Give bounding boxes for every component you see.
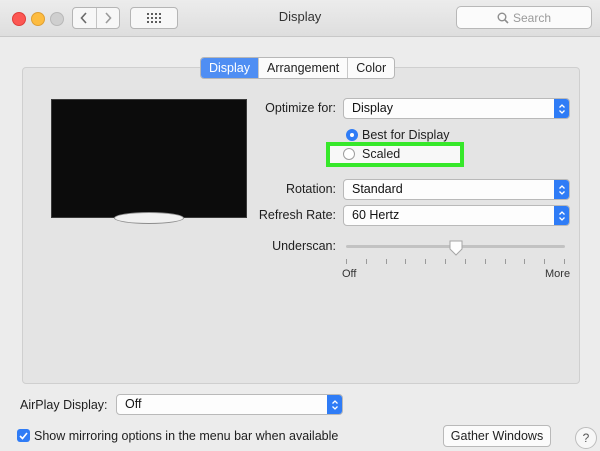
- help-button[interactable]: ?: [575, 427, 597, 449]
- stepper-arrows-icon: [327, 395, 342, 414]
- tab-display[interactable]: Display: [201, 58, 258, 78]
- scaled-label: Scaled: [362, 147, 401, 161]
- refresh-rate-value: 60 Hertz: [352, 208, 400, 222]
- refresh-rate-select[interactable]: 60 Hertz: [343, 205, 570, 226]
- search-placeholder: Search: [513, 10, 552, 25]
- title-bar: Display Search: [0, 0, 600, 37]
- tab-arrangement[interactable]: Arrangement: [258, 58, 347, 78]
- monitor-image: [51, 99, 247, 218]
- airplay-display-label: AirPlay Display:: [20, 398, 108, 412]
- navigation-buttons: [72, 7, 120, 29]
- chevron-right-icon: [105, 12, 112, 24]
- slider-tick: [524, 259, 525, 264]
- best-for-display-radio[interactable]: [346, 129, 358, 141]
- slider-tick: [445, 259, 446, 264]
- chevron-left-icon: [80, 12, 87, 24]
- underscan-min-label: Off: [342, 268, 357, 280]
- best-for-display-label: Best for Display: [362, 128, 450, 142]
- underscan-label: Underscan:: [272, 239, 336, 253]
- slider-tick: [425, 259, 426, 264]
- grid-icon: [147, 13, 161, 23]
- search-field[interactable]: Search: [456, 6, 592, 29]
- slider-tick: [366, 259, 367, 264]
- monitor-stand: [114, 212, 184, 224]
- slider-tick: [405, 259, 406, 264]
- tab-bar: Display Arrangement Color: [200, 57, 396, 79]
- scaled-radio[interactable]: [343, 148, 355, 160]
- stepper-arrows-icon: [554, 206, 569, 225]
- airplay-display-select[interactable]: Off: [116, 394, 343, 415]
- optimize-for-label: Optimize for:: [265, 101, 336, 115]
- underscan-max-label: More: [545, 268, 571, 280]
- slider-tick: [544, 259, 545, 264]
- mirroring-checkbox[interactable]: [17, 429, 30, 442]
- gather-windows-button[interactable]: Gather Windows: [443, 425, 551, 447]
- rotation-label: Rotation:: [285, 182, 336, 196]
- slider-tick: [465, 259, 466, 264]
- underscan-slider-thumb[interactable]: [449, 240, 463, 256]
- checkmark-icon: [19, 431, 28, 440]
- minimize-window-button[interactable]: [31, 12, 45, 26]
- refresh-rate-label: Refresh Rate:: [258, 208, 336, 222]
- close-window-button[interactable]: [12, 12, 26, 26]
- stepper-arrows-icon: [554, 180, 569, 199]
- back-button[interactable]: [73, 8, 96, 28]
- slider-tick: [346, 259, 347, 264]
- optimize-for-select[interactable]: Display: [343, 98, 570, 119]
- slider-tick: [564, 259, 565, 264]
- slider-tick: [505, 259, 506, 264]
- mirroring-label: Show mirroring options in the menu bar w…: [34, 429, 339, 443]
- rotation-select[interactable]: Standard: [343, 179, 570, 200]
- forward-button[interactable]: [95, 8, 120, 28]
- window-title: Display: [278, 9, 322, 24]
- tab-color[interactable]: Color: [347, 58, 394, 78]
- airplay-display-value: Off: [125, 397, 142, 411]
- zoom-window-button[interactable]: [50, 12, 64, 26]
- optimize-for-value: Display: [352, 101, 393, 115]
- show-all-button[interactable]: [130, 7, 178, 29]
- slider-tick: [485, 259, 486, 264]
- search-icon: [497, 12, 509, 24]
- rotation-value: Standard: [352, 182, 403, 196]
- stepper-arrows-icon: [554, 99, 569, 118]
- slider-tick: [386, 259, 387, 264]
